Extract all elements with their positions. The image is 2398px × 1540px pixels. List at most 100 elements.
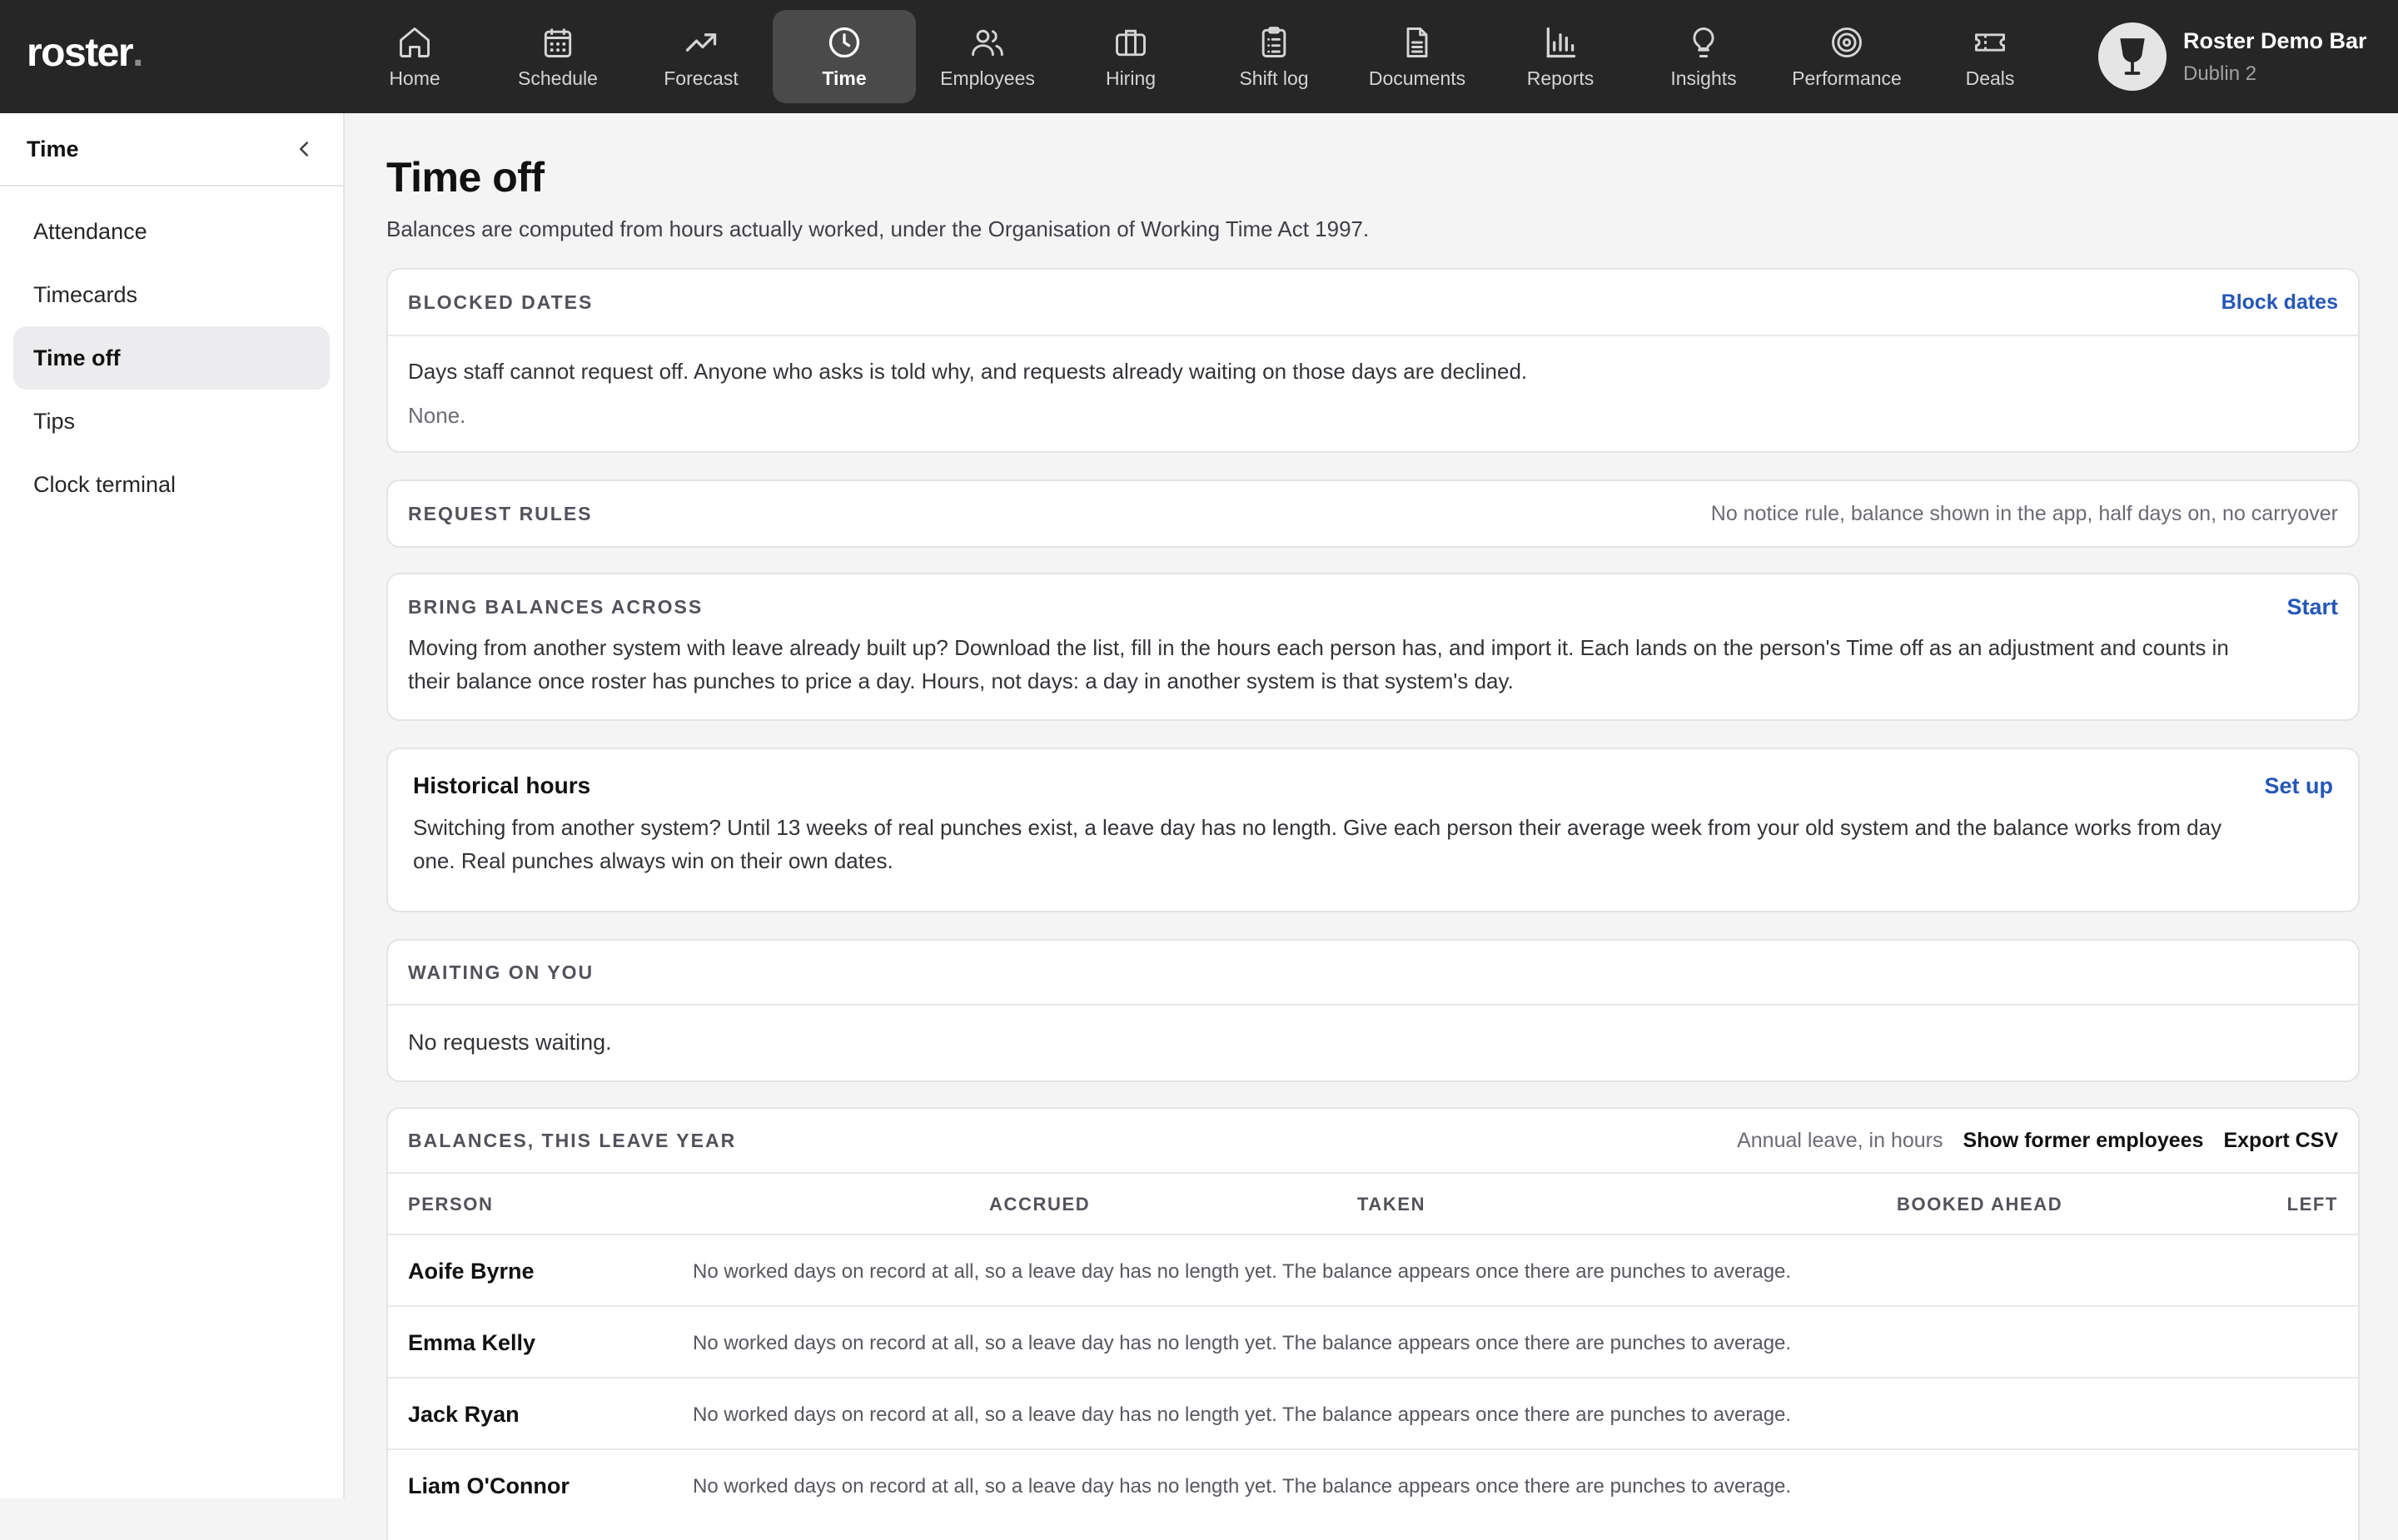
table-header: PERSON ACCRUED TAKEN BOOKED AHEAD LEFT [388, 1174, 2358, 1234]
nav-documents[interactable]: Documents [1346, 10, 1489, 103]
table-row[interactable]: Liam O'Connor No worked days on record a… [388, 1448, 2358, 1520]
trend-up-icon [685, 32, 717, 52]
nav-label: Schedule [518, 67, 598, 89]
table-row[interactable]: Jack Ryan No worked days on record at al… [388, 1377, 2358, 1448]
nav-label: Performance [1792, 67, 1902, 89]
account-name: Roster Demo Bar [2183, 27, 2367, 53]
sidebar-title: Time [27, 136, 79, 161]
column-header-taken: TAKEN [1357, 1194, 1426, 1215]
blocked-dates-card: BLOCKED DATES Block dates Days staff can… [386, 268, 2360, 453]
card-header: BLOCKED DATES Block dates [388, 270, 2358, 335]
main-nav: Home Schedule Forecast Time Employees Hi… [343, 10, 2062, 103]
table-row[interactable]: Aoife Byrne No worked days on record at … [388, 1234, 2358, 1305]
balances-actions: Annual leave, in hours Show former emplo… [1737, 1129, 2338, 1153]
nav-label: Documents [1368, 67, 1466, 89]
blocked-dates-value: None. [408, 403, 466, 428]
card-header: BALANCES, THIS LEAVE YEAR Annual leave, … [388, 1109, 2358, 1172]
nav-forecast[interactable]: Forecast [629, 10, 773, 103]
page-title: Time off [386, 154, 545, 201]
start-import-button[interactable]: Start [2286, 594, 2338, 620]
logo-text: roster [27, 31, 134, 75]
nav-label: Insights [1670, 67, 1737, 89]
card-header: REQUEST RULES No notice rule, balance sh… [388, 481, 2358, 546]
person-name: Aoife Byrne [408, 1259, 535, 1284]
nav-performance[interactable]: Performance [1775, 10, 1918, 103]
person-name: Emma Kelly [408, 1330, 536, 1355]
nav-reports[interactable]: Reports [1489, 10, 1632, 103]
nav-label: Time [822, 67, 867, 89]
wine-glass-icon [2120, 38, 2145, 75]
balances-card: BALANCES, THIS LEAVE YEAR Annual leave, … [386, 1107, 2360, 1540]
account-location: Dublin 2 [2183, 62, 2257, 85]
ticket-icon [1975, 32, 2005, 52]
card-title: Historical hours [413, 772, 591, 798]
bring-balances-description: Moving from another system with leave al… [408, 635, 2229, 693]
card-title: WAITING ON YOU [408, 961, 595, 983]
bring-balances-card: BRING BALANCES ACROSS Start Moving from … [386, 573, 2360, 721]
sidebar-item-attendance[interactable]: Attendance [13, 200, 330, 263]
export-csv-button[interactable]: Export CSV [2223, 1129, 2338, 1153]
main-content: Time off Balances are computed from hour… [386, 113, 2360, 1540]
column-header-accrued: ACCRUED [989, 1194, 1091, 1215]
nav-home[interactable]: Home [343, 10, 486, 103]
sidebar-item-tips[interactable]: Tips [13, 390, 330, 453]
logo-dot: . [132, 31, 144, 75]
block-dates-button[interactable]: Block dates [2221, 291, 2338, 315]
target-icon [1832, 27, 1862, 57]
clipboard-icon [1261, 26, 1286, 57]
nav-label: Deals [1965, 67, 2015, 89]
page-subtitle: Balances are computed from hours actuall… [386, 216, 1370, 241]
nav-label: Shift log [1239, 67, 1309, 89]
show-former-employees-toggle[interactable]: Show former employees [1963, 1129, 2203, 1153]
sidebar-item-timecards[interactable]: Timecards [13, 263, 330, 326]
clock-icon [828, 27, 860, 57]
sidebar-item-time-off[interactable]: Time off [13, 326, 330, 390]
nav-label: Forecast [664, 67, 739, 89]
card-title: REQUEST RULES [408, 502, 593, 524]
nav-schedule[interactable]: Schedule [486, 10, 629, 103]
card-header: Historical hours Set up [388, 749, 2358, 798]
nav-label: Employees [940, 67, 1035, 89]
column-header-left: LEFT [2286, 1194, 2338, 1215]
sidebar-list: Attendance Timecards Time off Tips Clock… [0, 186, 343, 529]
card-header: WAITING ON YOU [388, 941, 2358, 1004]
nav-insights[interactable]: Insights [1632, 10, 1775, 103]
roster-logo[interactable]: roster. [27, 30, 143, 83]
request-rules-summary: No notice rule, balance shown in the app… [1710, 501, 2338, 525]
blocked-dates-description: Days staff cannot request off. Anyone wh… [408, 359, 1528, 384]
balance-note: No worked days on record at all, so a le… [693, 1475, 1792, 1498]
nav-employees[interactable]: Employees [916, 10, 1059, 103]
sidebar-header: Time [0, 113, 343, 186]
card-header: BRING BALANCES ACROSS Start [388, 574, 2358, 619]
person-name: Liam O'Connor [408, 1473, 570, 1498]
calendar-icon [544, 28, 572, 57]
balance-note: No worked days on record at all, so a le… [693, 1332, 1792, 1354]
historical-hours-card: Historical hours Set up Switching from a… [386, 748, 2360, 912]
set-up-button[interactable]: Set up [2264, 773, 2333, 799]
document-icon [1406, 27, 1428, 57]
nav-hiring[interactable]: Hiring [1059, 10, 1202, 103]
nav-deals[interactable]: Deals [1918, 10, 2062, 103]
waiting-value: No requests waiting. [408, 1030, 612, 1055]
column-header-person: PERSON [408, 1194, 494, 1215]
nav-label: Hiring [1105, 67, 1157, 89]
top-navigation-bar: roster. Home Schedule Forecast Time Empl… [0, 0, 2398, 113]
sidebar-item-clock-terminal[interactable]: Clock terminal [13, 453, 330, 516]
chevron-left-icon[interactable] [291, 137, 316, 161]
nav-time[interactable]: Time [773, 10, 916, 103]
request-rules-card[interactable]: REQUEST RULES No notice rule, balance sh… [386, 479, 2360, 548]
account-text: Roster Demo Bar Dublin 2 [2183, 28, 2367, 86]
bar-chart-icon [1546, 27, 1576, 57]
account-switcher[interactable]: Roster Demo Bar Dublin 2 [2098, 22, 2367, 92]
avatar [2098, 22, 2167, 91]
briefcase-icon [1116, 29, 1146, 56]
home-icon [400, 27, 430, 57]
balance-note: No worked days on record at all, so a le… [693, 1260, 1792, 1283]
table-row[interactable]: Emma Kelly No worked days on record at a… [388, 1305, 2358, 1377]
person-name: Jack Ryan [408, 1402, 520, 1427]
waiting-on-you-card: WAITING ON YOU No requests waiting. [386, 939, 2360, 1082]
balances-unit-note: Annual leave, in hours [1737, 1128, 1943, 1152]
nav-shift-log[interactable]: Shift log [1202, 10, 1346, 103]
card-title: BRING BALANCES ACROSS [408, 595, 704, 618]
card-title: BALANCES, THIS LEAVE YEAR [408, 1129, 737, 1151]
